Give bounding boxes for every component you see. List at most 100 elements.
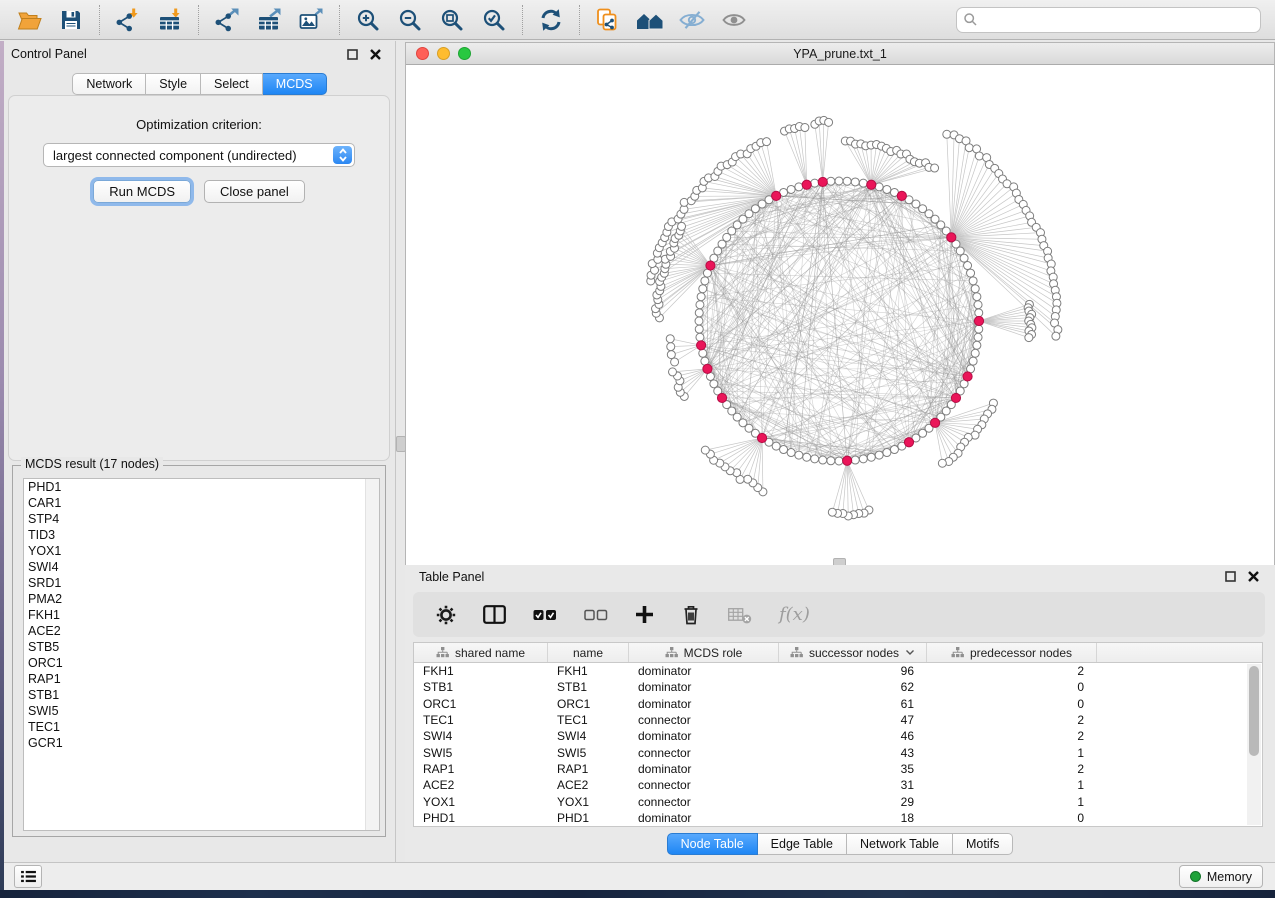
table-row-swi4[interactable]: SWI4SWI4dominator462 [414, 728, 1262, 744]
zoom-fit-button[interactable] [431, 3, 473, 37]
maximize-window-icon[interactable] [458, 47, 471, 60]
cell-shared_name[interactable]: PHD1 [414, 811, 548, 825]
column-header-shared-name[interactable]: shared name [414, 643, 548, 662]
mcds-result-item[interactable]: SWI5 [24, 703, 379, 719]
cell-name[interactable]: SWI4 [548, 729, 629, 743]
column-header-successor-nodes[interactable]: successor nodes [779, 643, 927, 662]
column-header-predecessor-nodes[interactable]: predecessor nodes [927, 643, 1097, 662]
zoom-out-button[interactable] [389, 3, 431, 37]
table-scrollbar[interactable] [1247, 664, 1261, 825]
cell-shared_name[interactable]: ORC1 [414, 697, 548, 711]
mcds-result-item[interactable]: TID3 [24, 527, 379, 543]
cell-mcds_role[interactable]: connector [629, 795, 779, 809]
mcds-result-item[interactable]: FKH1 [24, 607, 379, 623]
mcds-result-item[interactable]: ORC1 [24, 655, 379, 671]
cell-mcds_role[interactable]: dominator [629, 811, 779, 825]
tab-network-table[interactable]: Network Table [847, 833, 953, 855]
cell-successor_nodes[interactable]: 29 [779, 795, 927, 809]
cell-predecessor_nodes[interactable]: 2 [927, 713, 1097, 727]
table-row-yox1[interactable]: YOX1YOX1connector291 [414, 793, 1262, 809]
gear-button[interactable] [436, 605, 456, 625]
cell-name[interactable]: YOX1 [548, 795, 629, 809]
cell-predecessor_nodes[interactable]: 0 [927, 811, 1097, 825]
cell-name[interactable]: ACE2 [548, 778, 629, 792]
memory-button[interactable]: Memory [1179, 865, 1263, 888]
cell-successor_nodes[interactable]: 18 [779, 811, 927, 825]
cell-shared_name[interactable]: SWI4 [414, 729, 548, 743]
cell-mcds_role[interactable]: dominator [629, 680, 779, 694]
cell-predecessor_nodes[interactable]: 0 [927, 680, 1097, 694]
delete-column-button[interactable] [681, 604, 701, 625]
table-row-rap1[interactable]: RAP1RAP1dominator352 [414, 761, 1262, 777]
cell-mcds_role[interactable]: dominator [629, 729, 779, 743]
tab-edge-table[interactable]: Edge Table [758, 833, 847, 855]
cell-shared_name[interactable]: SWI5 [414, 746, 548, 760]
close-panel-button[interactable]: Close panel [204, 180, 305, 203]
mcds-result-item[interactable]: PMA2 [24, 591, 379, 607]
cell-predecessor_nodes[interactable]: 1 [927, 746, 1097, 760]
save-button[interactable] [50, 3, 92, 37]
table-row-fkh1[interactable]: FKH1FKH1dominator962 [414, 663, 1262, 679]
tab-network[interactable]: Network [72, 73, 146, 95]
hide-selected-button[interactable] [671, 3, 713, 37]
cell-successor_nodes[interactable]: 46 [779, 729, 927, 743]
export-image-button[interactable] [290, 3, 332, 37]
export-table-button[interactable] [248, 3, 290, 37]
float-panel-icon[interactable] [1225, 571, 1236, 582]
add-column-button[interactable] [635, 605, 654, 624]
duplicate-network-button[interactable] [587, 3, 629, 37]
mcds-result-item[interactable]: RAP1 [24, 671, 379, 687]
refresh-button[interactable] [530, 3, 572, 37]
cell-mcds_role[interactable]: dominator [629, 697, 779, 711]
zoom-selected-button[interactable] [473, 3, 515, 37]
delete-table-button-disabled[interactable] [728, 606, 752, 624]
cell-mcds_role[interactable]: dominator [629, 762, 779, 776]
mcds-result-item[interactable]: CAR1 [24, 495, 379, 511]
function-builder-button-disabled[interactable]: f(x) [779, 604, 810, 625]
close-panel-icon[interactable] [1248, 571, 1259, 582]
cell-shared_name[interactable]: STB1 [414, 680, 548, 694]
table-row-swi5[interactable]: SWI5SWI5connector431 [414, 744, 1262, 760]
cell-predecessor_nodes[interactable]: 1 [927, 778, 1097, 792]
cell-predecessor_nodes[interactable]: 2 [927, 729, 1097, 743]
table-row-tec1[interactable]: TEC1TEC1connector472 [414, 712, 1262, 728]
cell-predecessor_nodes[interactable]: 2 [927, 762, 1097, 776]
table-row-ace2[interactable]: ACE2ACE2connector311 [414, 777, 1262, 793]
mcds-list-scrollbar[interactable] [365, 479, 379, 830]
import-network-button[interactable] [107, 3, 149, 37]
cell-shared_name[interactable]: TEC1 [414, 713, 548, 727]
mcds-result-item[interactable]: ACE2 [24, 623, 379, 639]
cell-predecessor_nodes[interactable]: 0 [927, 697, 1097, 711]
cell-successor_nodes[interactable]: 43 [779, 746, 927, 760]
cell-mcds_role[interactable]: dominator [629, 664, 779, 678]
run-mcds-button[interactable]: Run MCDS [93, 180, 191, 203]
mcds-result-item[interactable]: GCR1 [24, 735, 379, 751]
tab-style[interactable]: Style [146, 73, 201, 95]
open-button[interactable] [8, 3, 50, 37]
show-all-button[interactable] [713, 3, 755, 37]
cell-successor_nodes[interactable]: 62 [779, 680, 927, 694]
import-table-button[interactable] [149, 3, 191, 37]
mcds-result-item[interactable]: SWI4 [24, 559, 379, 575]
cell-successor_nodes[interactable]: 35 [779, 762, 927, 776]
cell-mcds_role[interactable]: connector [629, 778, 779, 792]
tab-node-table[interactable]: Node Table [667, 833, 758, 855]
column-header-mcds-role[interactable]: MCDS role [629, 643, 779, 662]
float-panel-icon[interactable] [347, 49, 358, 60]
cell-shared_name[interactable]: FKH1 [414, 664, 548, 678]
cell-name[interactable]: FKH1 [548, 664, 629, 678]
table-row-stb1[interactable]: STB1STB1dominator620 [414, 679, 1262, 695]
cell-shared_name[interactable]: ACE2 [414, 778, 548, 792]
tab-motifs[interactable]: Motifs [953, 833, 1013, 855]
mcds-result-item[interactable]: STP4 [24, 511, 379, 527]
close-panel-icon[interactable] [370, 49, 381, 60]
close-window-icon[interactable] [416, 47, 429, 60]
cell-mcds_role[interactable]: connector [629, 746, 779, 760]
mcds-result-item[interactable]: STB5 [24, 639, 379, 655]
mcds-result-item[interactable]: PHD1 [24, 479, 379, 495]
cell-name[interactable]: TEC1 [548, 713, 629, 727]
table-row-orc1[interactable]: ORC1ORC1dominator610 [414, 696, 1262, 712]
deselect-all-button[interactable] [584, 609, 608, 621]
cell-predecessor_nodes[interactable]: 1 [927, 795, 1097, 809]
network-canvas[interactable] [406, 65, 1274, 565]
